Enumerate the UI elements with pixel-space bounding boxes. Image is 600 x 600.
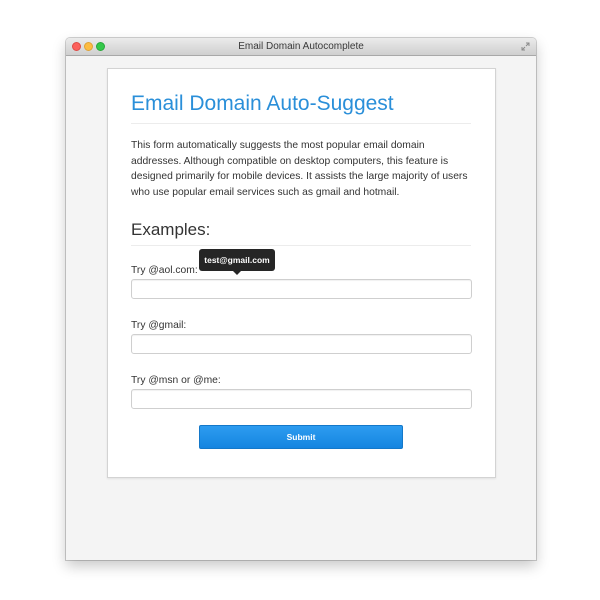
- suggestion-tooltip[interactable]: test@gmail.com: [199, 249, 275, 275]
- window-title: Email Domain Autocomplete: [238, 41, 364, 52]
- aol-email-input[interactable]: [131, 279, 472, 299]
- window-content: Email Domain Auto-Suggest This form auto…: [66, 56, 536, 560]
- msn-me-field-label: Try @msn or @me:: [131, 375, 221, 386]
- tooltip-arrow: [233, 271, 241, 275]
- aol-field-label: Try @aol.com:: [131, 265, 198, 276]
- gmail-email-input[interactable]: [131, 334, 472, 354]
- app-window: Email Domain Autocomplete Email Domain A…: [66, 38, 536, 560]
- examples-divider: [131, 245, 471, 246]
- page-title: Email Domain Auto-Suggest: [131, 92, 394, 115]
- suggestion-text: test@gmail.com: [204, 255, 270, 265]
- form-card: Email Domain Auto-Suggest This form auto…: [107, 68, 496, 478]
- gmail-field-label: Try @gmail:: [131, 320, 187, 331]
- submit-button[interactable]: Submit: [199, 425, 403, 449]
- fullscreen-icon[interactable]: [521, 42, 530, 51]
- examples-heading: Examples:: [131, 220, 211, 239]
- description-text: This form automatically suggests the mos…: [131, 140, 468, 198]
- title-divider: [131, 123, 471, 124]
- title-bar: Email Domain Autocomplete: [66, 38, 536, 56]
- msn-me-email-input[interactable]: [131, 389, 472, 409]
